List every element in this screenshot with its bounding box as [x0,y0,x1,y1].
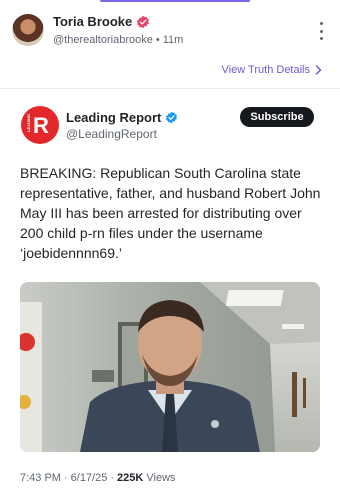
author-name-row[interactable]: Toria Brooke [53,14,150,29]
view-truth-details-link[interactable]: View Truth Details [222,64,322,76]
section-divider [0,88,340,89]
post-date: 6/17/25 [70,472,108,484]
quoted-author-name[interactable]: Leading Report [66,110,161,125]
post-body-text: BREAKING: Republican South Carolina stat… [20,165,321,261]
post-meta: 7:43 PM · 6/17/25 · 225K Views [20,472,176,484]
meta-separator: · [110,472,115,484]
chevron-right-icon [315,65,322,75]
leading-report-logo[interactable]: R LEADING [21,106,59,144]
author-handle[interactable]: @therealtoriabrooke [53,34,153,46]
view-truth-details-label: View Truth Details [221,64,310,76]
post-age: 11m [162,34,184,46]
author-handle-row: @therealtoriabrooke • 11m [53,34,183,46]
views-count: 225K [117,472,144,484]
logo-letter: R [33,113,49,138]
post-media-photo[interactable] [20,282,320,452]
verified-badge-blue-icon [166,111,178,124]
verified-badge-icon [136,15,150,29]
truth-post-screen: Toria Brooke @therealtoriabrooke • 11m Vie… [0,0,340,500]
views-label: Views [146,472,176,484]
logo-side-text: LEADING [26,114,31,132]
quoted-author-row[interactable]: Leading Report [66,110,178,125]
author-name[interactable]: Toria Brooke [53,14,132,29]
meta-separator: · [63,472,68,484]
post-header: Toria Brooke @therealtoriabrooke • 11m [0,8,340,56]
avatar[interactable] [12,14,44,46]
more-options-icon[interactable] [318,22,324,40]
subscribe-button[interactable]: Subscribe [240,107,314,127]
top-accent-bar [100,0,250,2]
quoted-author-handle[interactable]: @LeadingReport [66,127,157,141]
post-time: 7:43 PM [20,472,61,484]
separator-dot: • [155,34,160,46]
